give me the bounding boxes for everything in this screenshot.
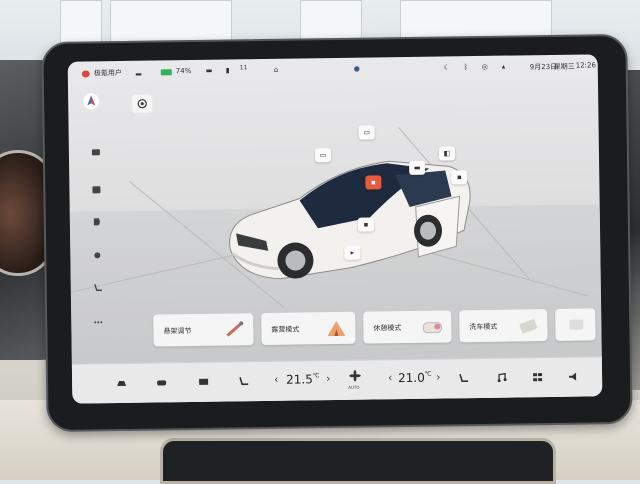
wifi-signal-icon: ▴	[501, 62, 506, 71]
camera-icon[interactable]	[91, 141, 101, 156]
right-temp-up-icon[interactable]: ›	[436, 371, 441, 384]
right-temperature[interactable]: 21.0℃	[398, 371, 432, 385]
battery-level: 74%	[175, 66, 192, 76]
mode-card-label: 露营模式	[271, 325, 300, 334]
mode-card-label: 休憩模式	[373, 324, 402, 333]
car-icon[interactable]	[156, 377, 167, 387]
infotainment-screen: 极氪用户 ▂ 74% ▬ ▮ 11 ⌂ ● ☾ ᛒ ◎ ▴ 9月23日 星期三 …	[67, 54, 603, 404]
mode-card-more[interactable]	[555, 308, 596, 341]
seat-icon[interactable]	[458, 373, 469, 383]
navigation-icon[interactable]	[82, 92, 100, 110]
360-camera-button[interactable]	[132, 94, 153, 113]
left-temperature[interactable]: 21.5℃	[286, 372, 320, 386]
battery-icon	[160, 69, 172, 76]
user-avatar-icon[interactable]	[81, 70, 90, 78]
bluetooth-icon: ᛒ	[463, 63, 469, 72]
clock: 12:26	[575, 61, 596, 70]
camera-status-icon: ▬	[205, 66, 213, 75]
apps-icon[interactable]	[532, 372, 543, 382]
console-slot	[160, 438, 556, 484]
defrost-icon[interactable]	[198, 377, 209, 387]
home-icon: ⌂	[273, 65, 279, 74]
mode-card-rest[interactable]: 休憩模式	[363, 310, 452, 344]
mode-card-label: 悬架调节	[163, 327, 192, 336]
left-temp-down-icon[interactable]: ‹	[274, 373, 279, 386]
headlight-icon[interactable]	[92, 211, 102, 226]
light-icon[interactable]	[92, 245, 102, 259]
signal-value: 11	[239, 64, 248, 72]
light-icon[interactable]: ▪	[451, 170, 468, 185]
left-temp-up-icon[interactable]: ›	[326, 372, 331, 385]
mode-card-suspension[interactable]: 悬架调节	[153, 313, 254, 347]
bottom-dock: ‹ 21.5℃ › AUTO ‹ 21.0℃ ›	[71, 356, 603, 404]
trunk-icon[interactable]: ◧	[438, 146, 456, 161]
fan-icon[interactable]	[348, 369, 362, 382]
suspension-icon	[226, 321, 244, 337]
user-name[interactable]: 极氪用户	[94, 68, 122, 78]
network-icon: ◎	[481, 62, 488, 71]
door-icon[interactable]: ▭	[314, 148, 332, 163]
weekday: 星期三	[553, 62, 575, 71]
more-icon[interactable]	[93, 311, 103, 324]
car-settings-icon[interactable]	[116, 378, 127, 388]
flat-icon[interactable]: ▸	[344, 245, 361, 260]
parking-icon[interactable]	[91, 179, 101, 194]
wifi-icon: ▂	[135, 67, 142, 76]
moon-icon: ☾	[443, 63, 451, 72]
flat-icon[interactable]: ▪	[357, 217, 375, 232]
hood-icon[interactable]: ▪	[365, 175, 382, 190]
mirror-icon[interactable]: ▬	[409, 160, 426, 175]
camera-icon	[137, 99, 147, 109]
seat-heat-icon[interactable]	[238, 376, 249, 386]
more-mode-icon	[569, 319, 584, 330]
door-icon[interactable]: ▭	[358, 125, 375, 140]
mode-card-camping[interactable]: 露营模式	[261, 311, 356, 346]
music-icon[interactable]	[496, 372, 507, 383]
mode-card-label: 洗车模式	[469, 322, 498, 332]
sponge-icon	[519, 319, 538, 334]
volume-icon[interactable]	[568, 372, 579, 382]
phone-status-icon: ▮	[225, 66, 230, 75]
assistant-icon[interactable]: ●	[354, 65, 360, 73]
right-temp-down-icon[interactable]: ‹	[388, 371, 393, 384]
tent-icon	[327, 320, 346, 337]
pillow-icon	[422, 322, 442, 334]
mode-card-car-wash[interactable]: 洗车模式	[459, 309, 548, 343]
seat-icon[interactable]	[93, 277, 103, 292]
fan-mode-label: AUTO	[348, 384, 360, 390]
